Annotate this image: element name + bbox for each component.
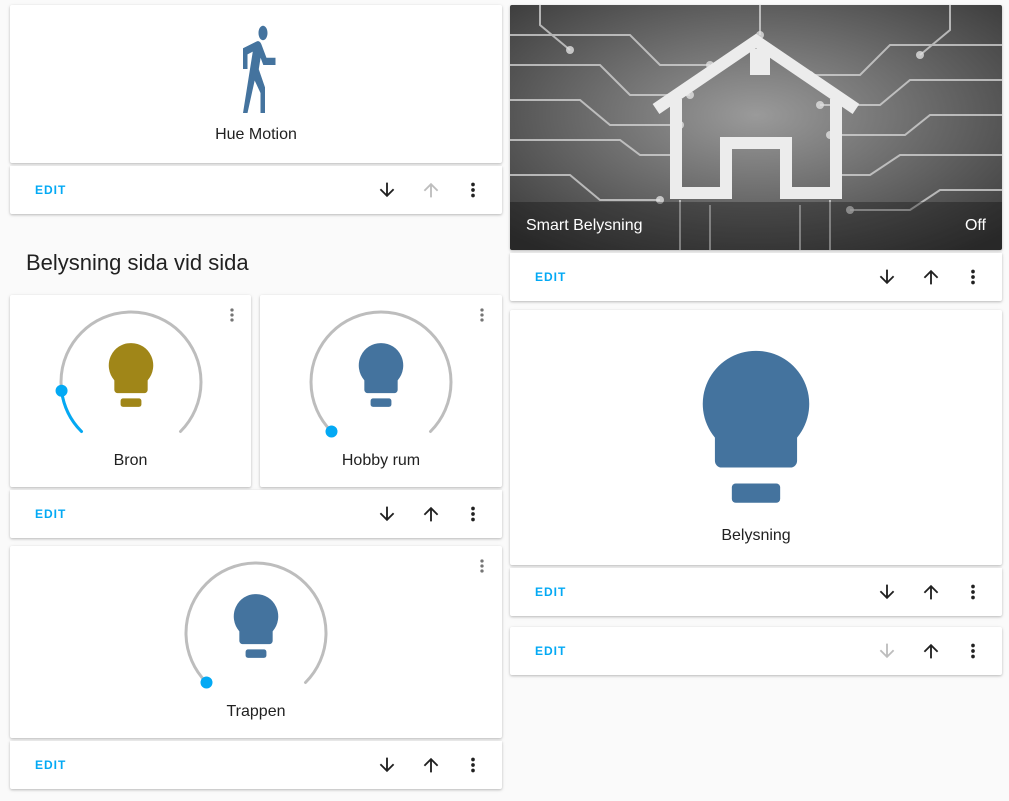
slider-handle[interactable] bbox=[325, 425, 338, 438]
section-title: Belysning sida vid sida bbox=[26, 250, 249, 275]
motion-card-toolbar: EDIT bbox=[10, 166, 502, 214]
arrow-up-icon bbox=[423, 506, 439, 522]
edit-button[interactable]: EDIT bbox=[535, 627, 566, 675]
arrow-up-icon bbox=[923, 269, 939, 285]
light-name: Hobby rum bbox=[341, 452, 421, 469]
empty-card-toolbar: EDIT bbox=[510, 627, 1002, 675]
card-menu-button[interactable] bbox=[959, 578, 987, 606]
arrow-down-icon bbox=[379, 757, 395, 773]
arrow-down-icon bbox=[879, 584, 895, 600]
picture-caption: Smart Belysning Off bbox=[510, 202, 1002, 250]
light-card-hobby-rum[interactable]: Hobby rum bbox=[260, 295, 502, 487]
move-down-button[interactable] bbox=[873, 578, 901, 606]
dots-vertical-icon bbox=[480, 308, 484, 322]
lightbulb-icon bbox=[356, 341, 406, 409]
move-down-button[interactable] bbox=[373, 751, 401, 779]
move-down-button[interactable] bbox=[373, 176, 401, 204]
card-menu-button[interactable] bbox=[959, 637, 987, 665]
picture-entity-name: Smart Belysning bbox=[526, 217, 643, 234]
picture-entity-state: Off bbox=[964, 217, 986, 234]
edit-button[interactable]: EDIT bbox=[35, 490, 66, 538]
edit-button[interactable]: EDIT bbox=[535, 253, 566, 301]
slider-handle[interactable] bbox=[200, 676, 213, 689]
move-down-button[interactable] bbox=[873, 263, 901, 291]
arrow-down-icon bbox=[879, 643, 895, 659]
trappen-toolbar: EDIT bbox=[10, 741, 502, 789]
move-up-button[interactable] bbox=[917, 263, 945, 291]
belysning-card-toolbar: EDIT bbox=[510, 568, 1002, 616]
light-card-trappen[interactable]: Trappen bbox=[10, 546, 502, 738]
light-name: Trappen bbox=[226, 703, 286, 720]
move-down-button-disabled[interactable] bbox=[873, 637, 901, 665]
button-card-name: Belysning bbox=[721, 527, 791, 544]
arrow-up-icon bbox=[423, 757, 439, 773]
motion-card-name: Hue Motion bbox=[215, 126, 297, 143]
light-card-bron[interactable]: Bron bbox=[10, 295, 251, 487]
dots-vertical-icon bbox=[471, 506, 475, 522]
light-name: Bron bbox=[113, 452, 148, 469]
picture-card-toolbar: EDIT bbox=[510, 253, 1002, 301]
card-menu-button[interactable] bbox=[459, 751, 487, 779]
walk-icon bbox=[228, 25, 288, 121]
lightbulb-icon bbox=[106, 341, 156, 409]
dots-vertical-icon bbox=[971, 643, 975, 659]
move-down-button[interactable] bbox=[373, 500, 401, 528]
lightbulb-icon bbox=[231, 592, 281, 660]
light-menu-button[interactable] bbox=[470, 303, 494, 327]
light-menu-button[interactable] bbox=[470, 554, 494, 578]
slider-handle[interactable] bbox=[55, 384, 68, 397]
dots-vertical-icon bbox=[471, 182, 475, 198]
dots-vertical-icon bbox=[480, 559, 484, 573]
move-up-button[interactable] bbox=[417, 500, 445, 528]
dots-vertical-icon bbox=[230, 308, 234, 322]
dots-vertical-icon bbox=[971, 269, 975, 285]
arrow-up-icon bbox=[423, 182, 439, 198]
move-up-button[interactable] bbox=[417, 751, 445, 779]
arrow-up-icon bbox=[923, 584, 939, 600]
arrow-up-icon bbox=[923, 643, 939, 659]
dots-vertical-icon bbox=[471, 757, 475, 773]
card-menu-button[interactable] bbox=[959, 263, 987, 291]
arrow-down-icon bbox=[379, 182, 395, 198]
edit-button[interactable]: EDIT bbox=[35, 166, 66, 214]
dots-vertical-icon bbox=[971, 584, 975, 600]
arrow-down-icon bbox=[379, 506, 395, 522]
move-up-button[interactable] bbox=[917, 637, 945, 665]
light-menu-button[interactable] bbox=[220, 303, 244, 327]
move-up-button-disabled[interactable] bbox=[417, 176, 445, 204]
hue-motion-card[interactable]: Hue Motion bbox=[10, 5, 502, 163]
picture-entity-card[interactable]: Smart Belysning Off bbox=[510, 5, 1002, 250]
edit-button[interactable]: EDIT bbox=[35, 741, 66, 789]
stack-toolbar: EDIT bbox=[10, 490, 502, 538]
arrow-down-icon bbox=[879, 269, 895, 285]
belysning-button-card[interactable]: Belysning bbox=[510, 310, 1002, 565]
move-up-button[interactable] bbox=[917, 578, 945, 606]
card-menu-button[interactable] bbox=[459, 176, 487, 204]
lightbulb-icon bbox=[698, 346, 814, 510]
edit-button[interactable]: EDIT bbox=[535, 568, 566, 616]
card-menu-button[interactable] bbox=[459, 500, 487, 528]
